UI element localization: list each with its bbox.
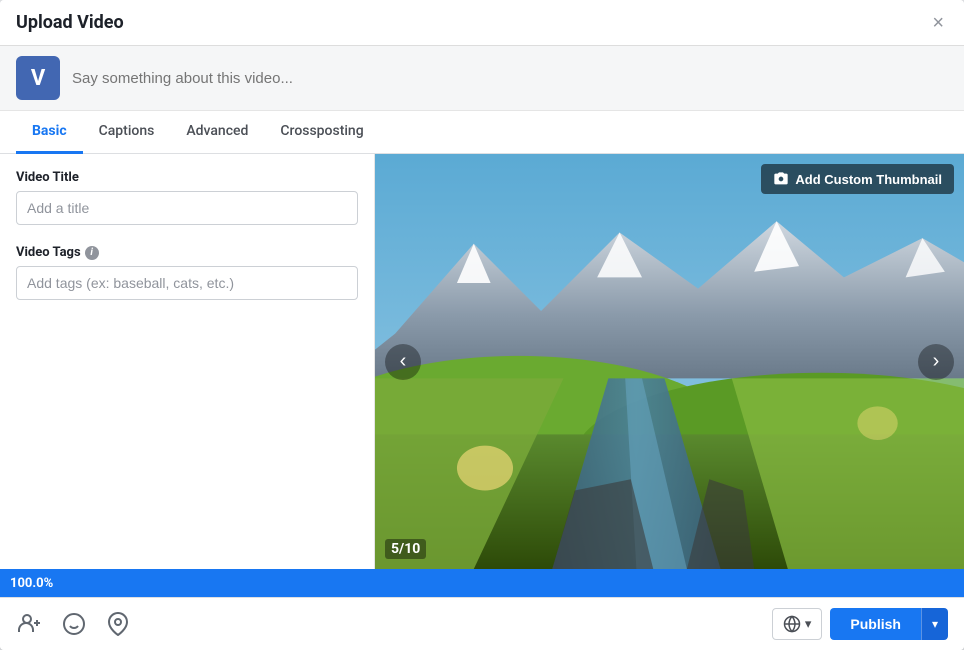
globe-icon <box>783 615 801 633</box>
avatar: V <box>16 56 60 100</box>
tag-people-button[interactable] <box>16 610 44 638</box>
close-button[interactable]: × <box>928 13 948 33</box>
status-bar: V <box>0 46 964 111</box>
status-input[interactable] <box>72 70 948 87</box>
publish-dropdown-arrow: ▾ <box>932 617 938 631</box>
video-scene <box>375 154 964 569</box>
publish-dropdown-button[interactable]: ▾ <box>921 608 948 640</box>
video-background <box>375 154 964 569</box>
progress-bar-fill: 100.0% <box>0 569 964 597</box>
emoji-icon <box>62 612 86 636</box>
tabs-container: Basic Captions Advanced Crossposting <box>0 111 964 154</box>
tab-advanced[interactable]: Advanced <box>170 111 264 154</box>
video-tags-input[interactable] <box>16 266 358 300</box>
footer-right: ▾ Publish ▾ <box>772 608 948 640</box>
location-button[interactable] <box>104 610 132 638</box>
left-panel: Video Title Video Tags i <box>0 154 375 569</box>
footer-icons <box>16 610 132 638</box>
video-title-input[interactable] <box>16 191 358 225</box>
progress-text: 100.0% <box>10 576 53 591</box>
content-area: Video Title Video Tags i <box>0 154 964 569</box>
nav-left-button[interactable]: ‹ <box>385 344 421 380</box>
add-custom-thumbnail-button[interactable]: Add Custom Thumbnail <box>761 164 954 194</box>
publish-group: Publish ▾ <box>830 608 948 640</box>
video-tags-label: Video Tags i <box>16 245 358 260</box>
audience-arrow: ▾ <box>805 616 812 632</box>
tag-people-icon <box>18 612 42 636</box>
audience-selector-button[interactable]: ▾ <box>772 608 823 640</box>
upload-video-modal: Upload Video × V Basic Captions Advanced… <box>0 0 964 650</box>
camera-icon <box>773 171 789 187</box>
modal-footer: ▾ Publish ▾ <box>0 597 964 650</box>
tab-basic[interactable]: Basic <box>16 111 83 154</box>
video-panel: Add Custom Thumbnail ‹ › 5/10 <box>375 154 964 569</box>
progress-bar-container: 100.0% <box>0 569 964 597</box>
slide-counter: 5/10 <box>385 539 426 559</box>
emoji-button[interactable] <box>60 610 88 638</box>
tab-crossposting[interactable]: Crossposting <box>264 111 379 154</box>
modal-header: Upload Video × <box>0 0 964 46</box>
location-icon <box>106 612 130 636</box>
tab-captions[interactable]: Captions <box>83 111 171 154</box>
video-tags-info-icon[interactable]: i <box>85 246 99 260</box>
modal-title: Upload Video <box>16 12 124 33</box>
video-title-label: Video Title <box>16 170 358 185</box>
nav-right-button[interactable]: › <box>918 344 954 380</box>
publish-button[interactable]: Publish <box>830 608 921 640</box>
